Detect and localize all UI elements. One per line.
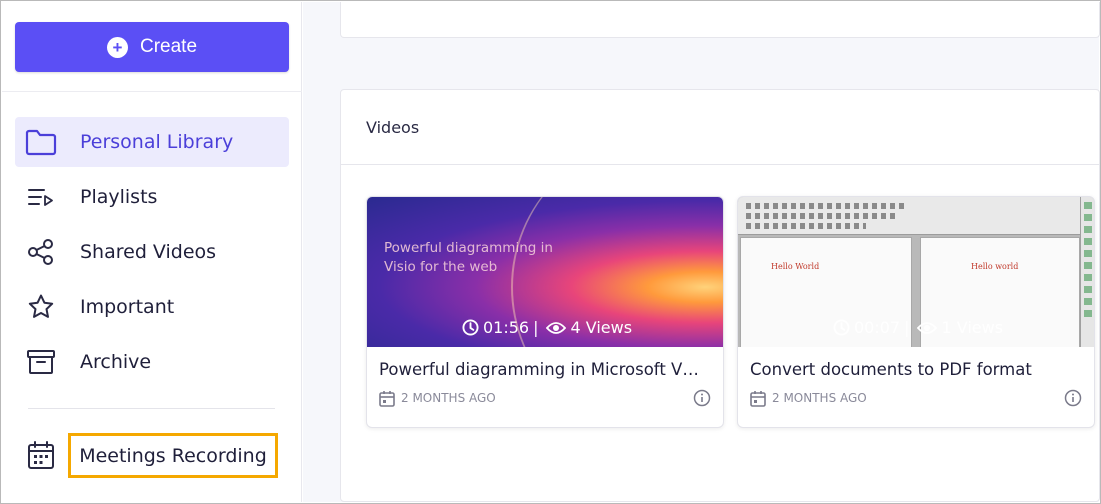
sidebar-item-archive[interactable]: Archive [15,337,289,387]
sidebar-item-important[interactable]: Important [15,282,289,332]
video-thumbnail[interactable]: Hello World Hello world 00:07 | 1 Views [738,197,1094,347]
video-views: 4 Views [570,318,633,337]
create-button[interactable]: + Create [15,22,289,72]
meetings-recording-highlight: Meetings Recording [68,433,278,478]
videos-title: Videos [366,117,420,137]
plus-circle-icon: + [106,36,128,58]
stats-separator: | [533,318,539,337]
folder-icon [25,126,57,158]
stats-separator: | [904,318,910,337]
video-title[interactable]: Convert documents to PDF format [750,360,1082,379]
info-icon[interactable] [1064,389,1082,407]
video-date: 2 MONTHS AGO [401,391,496,405]
thumbnail-toolbar [738,197,1094,235]
eye-icon [917,321,938,335]
sidebar-item-shared-videos[interactable]: Shared Videos [15,227,289,277]
videos-header: Videos [341,90,1099,165]
clock-icon [833,319,850,336]
create-button-label: Create [139,36,198,57]
thumbnail-text: Powerful diagramming in Visio for the we… [384,240,553,275]
playlist-icon [25,181,57,213]
sidebar-item-meetings-recording[interactable]: Meetings Recording [15,430,289,480]
info-icon[interactable] [693,389,711,407]
calendar-icon [750,390,766,407]
sidebar-item-label: Personal Library [80,131,234,153]
star-icon [25,291,57,323]
video-stats: 01:56 | 4 Views [367,318,723,337]
video-title[interactable]: Powerful diagramming in Microsoft V… [379,360,711,379]
video-duration: 00:07 [853,318,901,337]
sidebar-item-label: Playlists [80,186,158,208]
calendar-icon [379,390,395,407]
videos-panel: Videos Powerful diagramming in Visio for… [340,89,1100,502]
sidebar-item-label: Shared Videos [80,241,217,263]
sidebar-divider [2,91,302,92]
sidebar: + Create Personal Library Playlists Shar… [2,2,302,502]
top-card [340,2,1100,38]
sidebar-divider [28,408,275,409]
video-thumbnail[interactable]: Powerful diagramming in Visio for the we… [367,197,723,347]
clock-icon [462,319,479,336]
share-icon [25,236,57,268]
sidebar-item-label: Archive [80,351,152,373]
sidebar-item-label: Important [80,296,175,318]
video-views: 1 Views [941,318,1004,337]
archive-icon [25,346,57,378]
main-content: Videos Powerful diagramming in Visio for… [303,2,1100,502]
sidebar-item-playlists[interactable]: Playlists [15,172,289,222]
thumbnail-text-left: Hello World [771,262,820,271]
video-stats: 00:07 | 1 Views [738,318,1094,337]
video-card[interactable]: Powerful diagramming in Visio for the we… [366,196,724,428]
video-date: 2 MONTHS AGO [772,391,867,405]
sidebar-item-personal-library[interactable]: Personal Library [15,117,289,167]
sidebar-item-label: Meetings Recording [79,444,267,467]
calendar-icon [25,439,57,471]
video-card[interactable]: Hello World Hello world 00:07 | 1 Views … [737,196,1095,428]
eye-icon [546,321,567,335]
thumbnail-text-right: Hello world [971,262,1019,271]
video-duration: 01:56 [482,318,530,337]
